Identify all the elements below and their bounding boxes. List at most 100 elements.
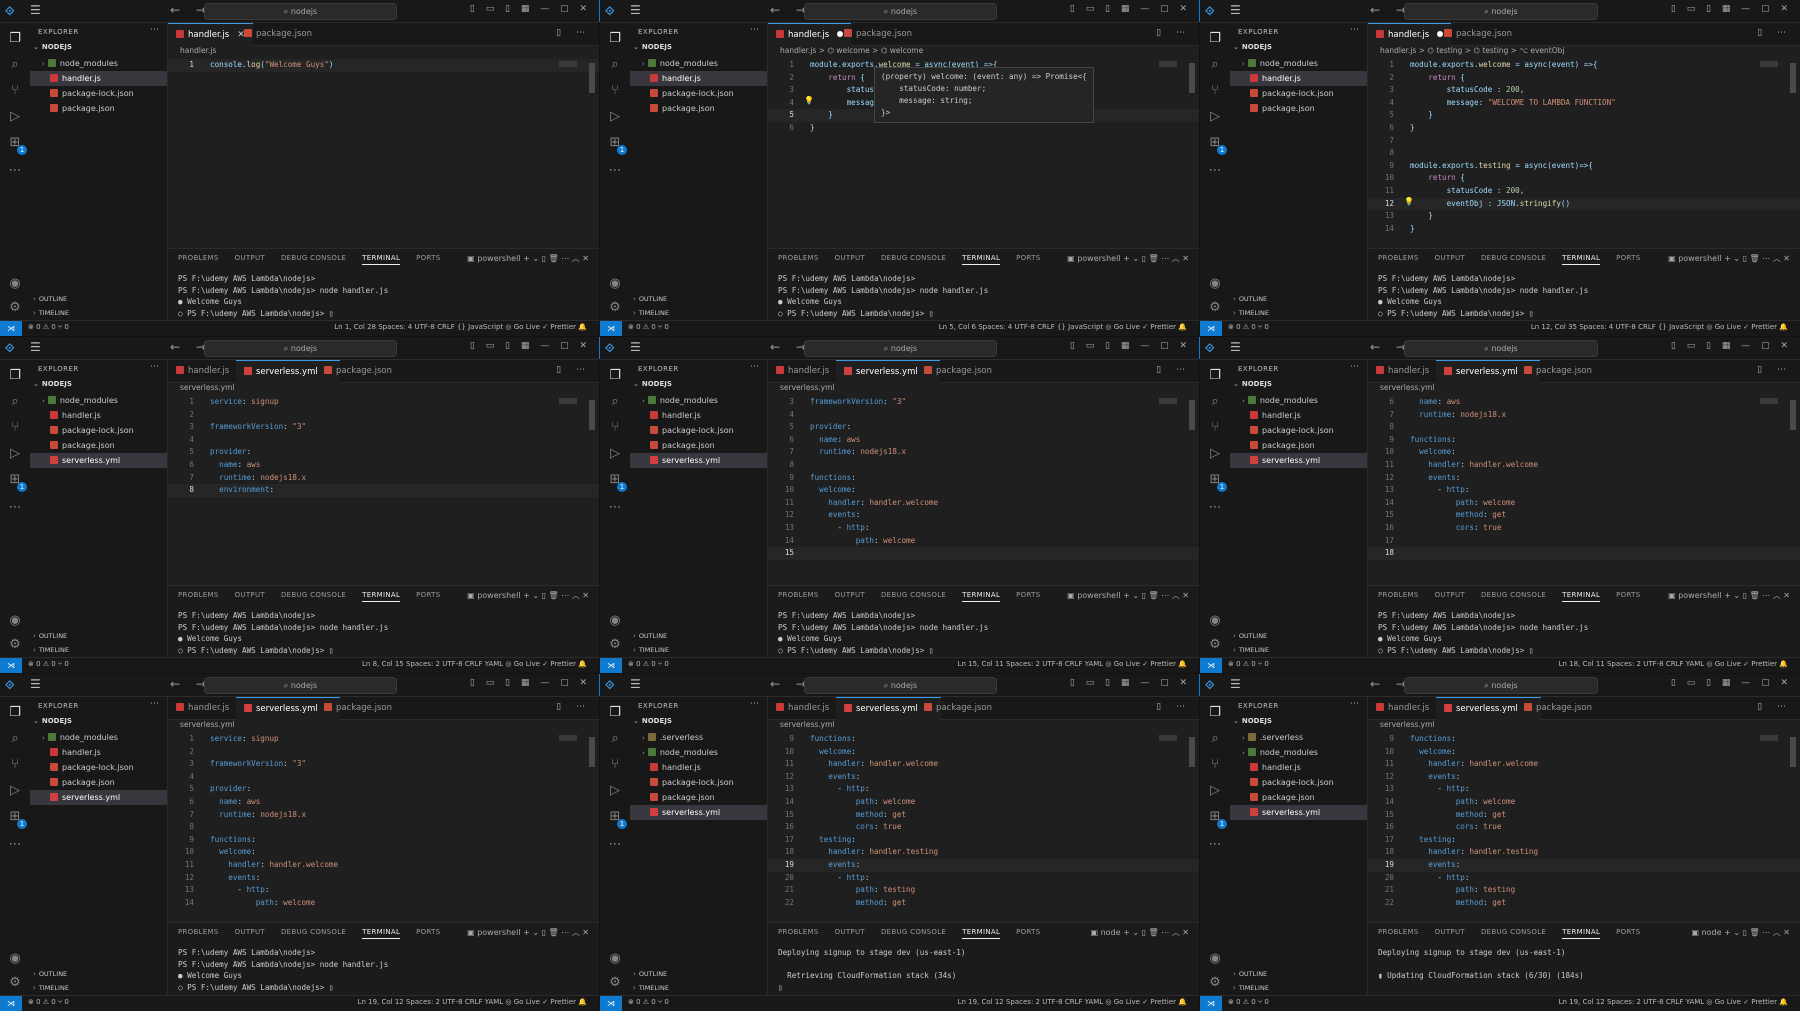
file-tree-item[interactable]: package-lock.json bbox=[630, 775, 767, 790]
command-center-search[interactable]: ⌕ nodejs bbox=[1404, 677, 1598, 694]
more-icon[interactable]: ⋯ bbox=[0, 500, 30, 515]
file-tree-item[interactable]: › node_modules bbox=[30, 730, 167, 745]
explorer-icon[interactable]: ❐ bbox=[0, 31, 30, 46]
minimap[interactable] bbox=[559, 398, 577, 404]
file-tree-item[interactable]: package-lock.json bbox=[630, 423, 767, 438]
search-icon[interactable]: ⌕ bbox=[600, 731, 630, 746]
remote-icon[interactable]: ⋊ bbox=[1200, 321, 1222, 336]
window-controls[interactable]: ▯ ▭ ▯ ▦ — ▢ ✕ bbox=[1671, 4, 1792, 14]
code-line[interactable]: 16 cors: true bbox=[768, 821, 1199, 834]
file-tree-item[interactable]: package-lock.json bbox=[30, 86, 167, 101]
editor-tab[interactable]: handler.js bbox=[1368, 697, 1437, 719]
code-line[interactable]: 18 bbox=[1368, 547, 1800, 560]
code-line[interactable]: 9 module.exports.testing = async(event)=>… bbox=[1368, 160, 1800, 173]
editor-tab[interactable]: package.json bbox=[916, 360, 1000, 382]
code-line[interactable]: 5 provider: bbox=[168, 446, 599, 459]
source-control-icon[interactable]: ⑂ bbox=[600, 420, 630, 435]
search-icon[interactable]: ⌕ bbox=[600, 394, 630, 409]
editor-tab[interactable]: handler.js bbox=[168, 697, 237, 719]
panel-tab-terminal[interactable]: TERMINAL bbox=[1562, 254, 1601, 265]
file-tree-item[interactable]: serverless.yml bbox=[30, 790, 167, 805]
code-line[interactable]: 8 bbox=[1368, 421, 1800, 434]
code-line[interactable]: 1 service: signup bbox=[168, 396, 599, 409]
split-editor-icon[interactable]: ▯ ⋯ bbox=[1757, 28, 1792, 38]
settings-icon[interactable]: ⚙ bbox=[600, 300, 630, 315]
code-line[interactable]: 15 method: get bbox=[768, 809, 1199, 822]
timeline-section[interactable]: › TIMELINE bbox=[1230, 646, 1367, 654]
run-debug-icon[interactable]: ▷ bbox=[600, 446, 630, 461]
file-tree-item[interactable]: handler.js bbox=[630, 71, 767, 86]
status-problems[interactable]: ⊗ 0 ⚠ 0 ⑂ 0 bbox=[28, 323, 69, 331]
panel-tab-problems[interactable]: PROBLEMS bbox=[1378, 928, 1419, 936]
timeline-section[interactable]: › TIMELINE bbox=[30, 646, 167, 654]
panel-tab-problems[interactable]: PROBLEMS bbox=[778, 591, 819, 599]
outline-section[interactable]: › OUTLINE bbox=[1230, 970, 1367, 978]
code-line[interactable]: 10 welcome: bbox=[1368, 746, 1800, 759]
explorer-folder-header[interactable]: ⌄ NODEJS bbox=[1233, 43, 1272, 51]
panel-tab-debug-console[interactable]: DEBUG CONSOLE bbox=[881, 928, 946, 936]
source-control-icon[interactable]: ⑂ bbox=[600, 83, 630, 98]
bulb-icon[interactable]: 💡 bbox=[1404, 197, 1414, 206]
panel-tab-ports[interactable]: PORTS bbox=[1016, 928, 1040, 936]
hamburger-menu-icon[interactable]: ☰ bbox=[630, 677, 641, 691]
more-icon[interactable]: ⋯ bbox=[1200, 837, 1230, 852]
editor-tab[interactable]: handler.js bbox=[168, 360, 237, 382]
code-line[interactable]: 12 events: bbox=[168, 872, 599, 885]
code-line[interactable]: 1 console.log("Welcome Guys") bbox=[168, 59, 599, 72]
code-line[interactable]: 20 - http: bbox=[1368, 872, 1800, 885]
code-line[interactable]: 8 bbox=[1368, 147, 1800, 160]
explorer-icon[interactable]: ❐ bbox=[600, 31, 630, 46]
editor-scrollbar[interactable] bbox=[589, 737, 595, 767]
editor-scrollbar[interactable] bbox=[1189, 400, 1195, 430]
panel-tab-ports[interactable]: PORTS bbox=[1016, 254, 1040, 262]
panel-tab-problems[interactable]: PROBLEMS bbox=[178, 928, 219, 936]
file-tree-item[interactable]: package.json bbox=[1230, 101, 1367, 116]
window-controls[interactable]: ▯ ▭ ▯ ▦ — ▢ ✕ bbox=[470, 678, 591, 688]
explorer-folder-header[interactable]: ⌄ NODEJS bbox=[1233, 717, 1272, 725]
timeline-section[interactable]: › TIMELINE bbox=[630, 309, 767, 317]
minimap[interactable] bbox=[1159, 398, 1177, 404]
code-line[interactable]: 16 cors: true bbox=[1368, 522, 1800, 535]
terminal-controls[interactable]: ▣ powershell + ⌄ ▯ 🗑 ⋯ ︿ ✕ bbox=[1668, 253, 1790, 264]
search-icon[interactable]: ⌕ bbox=[600, 57, 630, 72]
code-line[interactable]: 7 runtime: nodejs18.x bbox=[768, 446, 1199, 459]
code-line[interactable]: 6 name: aws bbox=[1368, 396, 1800, 409]
settings-icon[interactable]: ⚙ bbox=[0, 975, 30, 990]
file-tree-item[interactable]: handler.js bbox=[1230, 408, 1367, 423]
explorer-icon[interactable]: ❐ bbox=[1200, 31, 1230, 46]
file-tree-item[interactable]: package.json bbox=[630, 790, 767, 805]
code-line[interactable]: 21 path: testing bbox=[768, 884, 1199, 897]
code-line[interactable]: 4 bbox=[768, 409, 1199, 422]
settings-icon[interactable]: ⚙ bbox=[600, 975, 630, 990]
code-line[interactable]: 12 eventObj : JSON.stringify() bbox=[1368, 197, 1800, 211]
source-control-icon[interactable]: ⑂ bbox=[1200, 83, 1230, 98]
file-tree-item[interactable]: handler.js bbox=[630, 408, 767, 423]
code-line[interactable]: 1 module.exports.welcome = async(event) =… bbox=[1368, 59, 1800, 72]
status-info[interactable]: Ln 5, Col 6 Spaces: 4 UTF-8 CRLF {} Java… bbox=[939, 323, 1187, 331]
code-line[interactable]: 13 - http: bbox=[168, 884, 599, 897]
code-line[interactable]: 10 welcome: bbox=[768, 484, 1199, 497]
panel-tab-debug-console[interactable]: DEBUG CONSOLE bbox=[281, 254, 346, 262]
terminal-controls[interactable]: ▣ node + ⌄ ▯ 🗑 ⋯ ︿ ✕ bbox=[1691, 927, 1790, 938]
window-controls[interactable]: ▯ ▭ ▯ ▦ — ▢ ✕ bbox=[1070, 4, 1191, 14]
source-control-icon[interactable]: ⑂ bbox=[1200, 757, 1230, 772]
settings-icon[interactable]: ⚙ bbox=[0, 637, 30, 652]
status-problems[interactable]: ⊗ 0 ⚠ 0 ⑂ 0 bbox=[1228, 323, 1269, 331]
hamburger-menu-icon[interactable]: ☰ bbox=[630, 3, 641, 17]
status-problems[interactable]: ⊗ 0 ⚠ 0 ⑂ 0 bbox=[1228, 998, 1269, 1006]
file-tree-item[interactable]: › .serverless bbox=[1230, 730, 1367, 745]
editor-scrollbar[interactable] bbox=[1189, 63, 1195, 93]
remote-icon[interactable]: ⋊ bbox=[600, 658, 622, 673]
editor-tab[interactable]: package.json bbox=[316, 360, 400, 382]
code-line[interactable]: 3 frameworkVersion: "3" bbox=[768, 396, 1199, 409]
split-editor-icon[interactable]: ▯ ⋯ bbox=[1757, 365, 1792, 375]
panel-tab-output[interactable]: OUTPUT bbox=[1435, 254, 1465, 262]
code-line[interactable]: 13 - http: bbox=[1368, 484, 1800, 497]
split-editor-icon[interactable]: ▯ ⋯ bbox=[1156, 702, 1191, 712]
hamburger-menu-icon[interactable]: ☰ bbox=[1230, 3, 1241, 17]
explorer-more-icon[interactable]: ⋯ bbox=[750, 25, 759, 35]
code-line[interactable]: 14} bbox=[1368, 223, 1800, 236]
file-tree-item[interactable]: package.json bbox=[30, 438, 167, 453]
file-tree-item[interactable]: › node_modules bbox=[1230, 745, 1367, 760]
more-icon[interactable]: ⋯ bbox=[0, 163, 30, 178]
